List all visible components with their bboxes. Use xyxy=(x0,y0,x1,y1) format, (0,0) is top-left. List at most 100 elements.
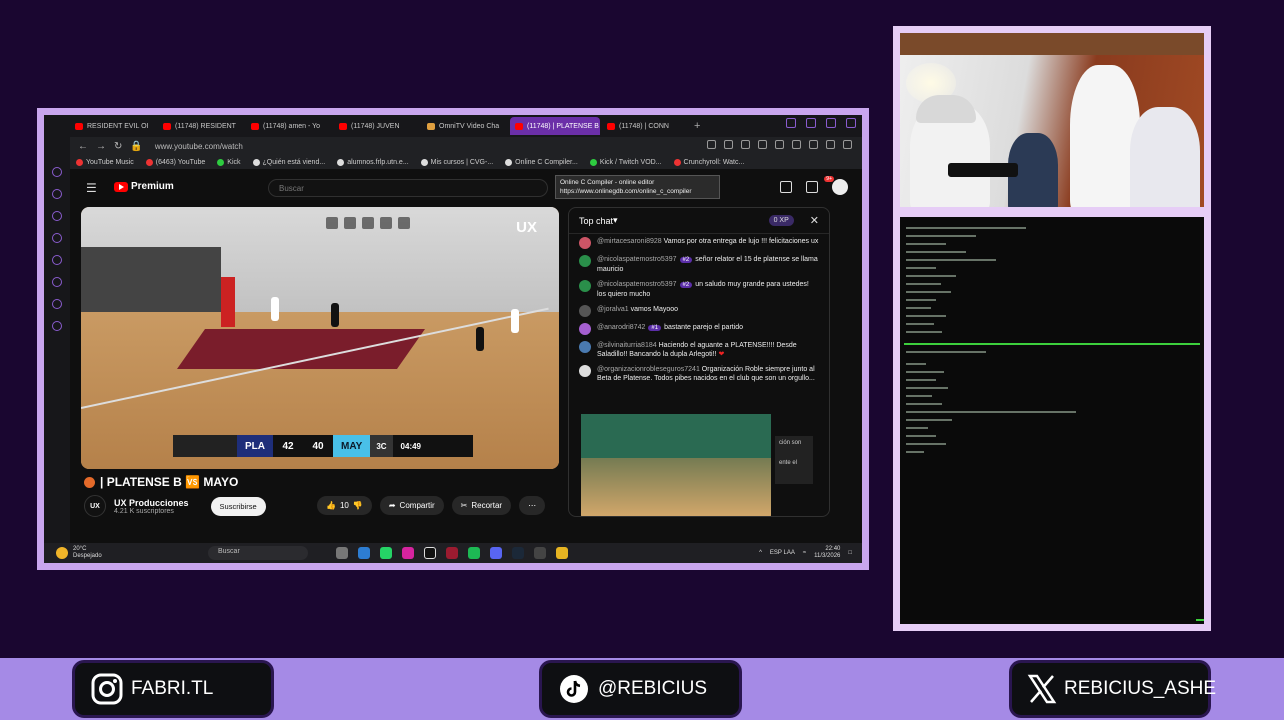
steam-icon[interactable] xyxy=(512,547,524,559)
download-icon[interactable] xyxy=(809,140,818,149)
taskbar-apps xyxy=(336,547,568,559)
reload-icon[interactable]: ↻ xyxy=(114,141,122,152)
new-tab-button[interactable]: + xyxy=(694,120,700,132)
close-icon[interactable] xyxy=(846,118,856,128)
chat-message: @mirtacesaroni8928 Vamos por otra entreg… xyxy=(569,234,829,252)
tab[interactable]: (11748) | CONN xyxy=(602,117,688,135)
basket-post xyxy=(221,277,235,327)
channel-avatar[interactable]: UX xyxy=(84,495,106,517)
menu-icon[interactable] xyxy=(843,140,852,149)
bookmark-icon[interactable] xyxy=(741,140,750,149)
spotify-icon[interactable] xyxy=(468,547,480,559)
ai-icon[interactable] xyxy=(826,140,835,149)
avatar xyxy=(579,255,591,267)
scoreboard: PLA 42 40 MAY 3C 04:49 xyxy=(173,435,473,457)
maximize-icon[interactable] xyxy=(826,118,836,128)
language-indicator[interactable]: ESP LAA xyxy=(770,550,795,556)
browser-icon[interactable] xyxy=(446,547,458,559)
chevron-up-icon[interactable]: ^ xyxy=(759,550,762,556)
sidebar-icon[interactable] xyxy=(52,277,62,287)
sidebar-icon[interactable] xyxy=(52,299,62,309)
bookmark[interactable]: Crunchyroll: Watc... xyxy=(673,158,744,166)
tiktok-icon[interactable] xyxy=(424,547,436,559)
share-button[interactable]: ➦ Compartir xyxy=(379,496,444,515)
minimize-icon[interactable] xyxy=(806,118,816,128)
bookmark[interactable]: Mis cursos | CVG-... xyxy=(420,158,493,166)
tab[interactable]: OmniTV Video Cha xyxy=(422,117,508,135)
avatar[interactable] xyxy=(832,179,848,195)
folder-icon[interactable] xyxy=(556,547,568,559)
like-button[interactable]: 👍 10 👎 xyxy=(317,496,372,515)
youtube-favicon-icon xyxy=(251,122,259,130)
forward-icon[interactable]: → xyxy=(96,141,106,152)
live-icon[interactable] xyxy=(380,217,392,229)
search-tabs-icon[interactable] xyxy=(786,118,796,128)
more-actions-button[interactable]: ⋯ xyxy=(519,496,546,515)
whatsapp-icon[interactable] xyxy=(380,547,392,559)
sidebar-icon[interactable] xyxy=(52,189,62,199)
bookmark[interactable]: (6463) YouTube xyxy=(145,158,205,166)
search-input[interactable]: Buscar xyxy=(268,179,548,197)
lock-icon: 🔒 xyxy=(130,140,143,152)
sidebar-icon[interactable] xyxy=(52,167,62,177)
extension-icon[interactable] xyxy=(707,140,716,149)
omnitv-favicon-icon xyxy=(427,122,435,130)
heart-icon[interactable] xyxy=(792,140,801,149)
upload-icon[interactable] xyxy=(780,181,792,193)
channel-name[interactable]: UX Producciones xyxy=(114,498,189,508)
terminal-text xyxy=(906,291,951,293)
bookmark[interactable]: alumnos.frlp.utn.e... xyxy=(337,158,409,166)
browser-window: RESIDENT EVIL OI (11748) RESIDENT (11748… xyxy=(44,115,862,563)
store-icon[interactable] xyxy=(358,547,370,559)
moon-icon xyxy=(56,547,68,559)
youtube-logo[interactable]: Premium xyxy=(114,181,174,192)
close-icon[interactable]: ✕ xyxy=(810,214,819,227)
extension-icon[interactable] xyxy=(724,140,733,149)
sidebar-icon[interactable] xyxy=(52,233,62,243)
files-icon[interactable] xyxy=(336,547,348,559)
shared-video-thumbnail[interactable] xyxy=(581,414,771,516)
taskbar-search[interactable]: Buscar xyxy=(208,546,308,560)
subscribe-button[interactable]: Suscribirse xyxy=(210,496,266,516)
channel-info: UX Producciones 4.21 K suscriptores xyxy=(114,498,189,515)
hamburger-icon[interactable]: ☰ xyxy=(86,181,97,195)
instagram-icon[interactable] xyxy=(402,547,414,559)
chat-mode-selector[interactable]: Top chat xyxy=(579,216,613,226)
terminal-text xyxy=(906,363,926,365)
clock[interactable]: 22:40 11/3/2026 xyxy=(814,546,840,560)
bookmark[interactable]: Kick / Twitch VOD... xyxy=(589,158,662,166)
settings-icon[interactable] xyxy=(52,321,62,331)
youtube-header: ☰ Premium Buscar Online C Compiler - onl… xyxy=(70,169,862,201)
pause-icon[interactable] xyxy=(362,217,374,229)
miniplayer-icon[interactable] xyxy=(326,217,338,229)
address-bar[interactable]: www.youtube.com/watch xyxy=(155,142,243,151)
tab[interactable]: (11748) JUVEN xyxy=(334,117,420,135)
bookmark[interactable]: Online C Compiler... xyxy=(505,158,578,166)
discord-icon[interactable] xyxy=(490,547,502,559)
thumbs-down-icon[interactable]: 👎 xyxy=(353,501,363,510)
bookmark[interactable]: Kick xyxy=(217,158,241,166)
xp-badge[interactable]: 0 XP xyxy=(768,215,794,226)
notifications-icon[interactable]: □ xyxy=(848,550,852,556)
play-icon[interactable] xyxy=(758,140,767,149)
bell-icon[interactable] xyxy=(806,181,818,193)
tab[interactable]: (11748) amen - Yo xyxy=(246,117,332,135)
captions-icon[interactable] xyxy=(398,217,410,229)
video-player[interactable]: UX PLA 42 40 MAY 3C 04:49 xyxy=(81,207,559,469)
tab[interactable]: (11748) RESIDENT xyxy=(158,117,244,135)
clip-button[interactable]: ✂ Recortar xyxy=(451,496,512,515)
obs-icon[interactable] xyxy=(534,547,546,559)
bookmark[interactable]: ¿Quién está viend... xyxy=(252,158,325,166)
back-icon[interactable]: ← xyxy=(78,141,88,152)
chevron-down-icon[interactable]: ▾ xyxy=(613,215,618,226)
sidebar-icon[interactable] xyxy=(52,255,62,265)
wifi-icon[interactable]: ≈ xyxy=(803,550,806,556)
playlist-icon[interactable] xyxy=(344,217,356,229)
extension-icon[interactable] xyxy=(775,140,784,149)
tab[interactable]: RESIDENT EVIL OI xyxy=(70,117,156,135)
sidebar-icon[interactable] xyxy=(52,211,62,221)
weather-widget[interactable]: 20°C Despejado xyxy=(44,546,184,560)
tab-active[interactable]: (11748) | PLATENSE B xyxy=(510,117,600,135)
bookmark[interactable]: YouTube Music xyxy=(76,158,134,166)
avatar xyxy=(579,341,591,353)
